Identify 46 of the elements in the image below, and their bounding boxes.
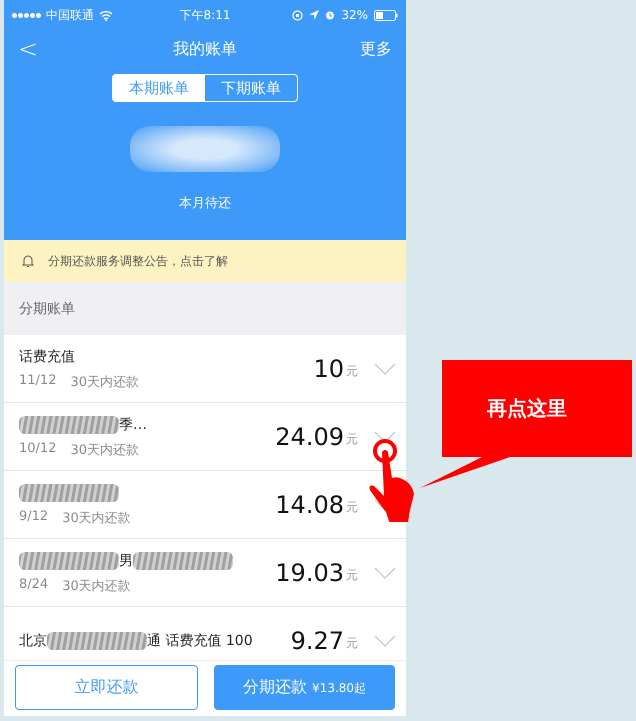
currency-unit: 元 — [346, 499, 358, 516]
bill-date: 8/24 — [19, 576, 48, 594]
currency-unit: 元 — [346, 567, 358, 584]
bill-term: 30天内还款 — [70, 374, 140, 390]
callout-text: 再点这里 — [487, 395, 567, 422]
wifi-icon — [99, 10, 113, 20]
bill-title: 话费充值 — [19, 348, 75, 366]
bill-amount: 19.03 — [275, 558, 344, 586]
carrier-name: 中国联通 — [46, 6, 94, 24]
chevron-down-icon[interactable] — [374, 430, 396, 442]
bill-term: 30天内还款 — [70, 442, 140, 458]
bill-title: 季… — [119, 416, 147, 434]
bill-date: 10/12 — [19, 440, 56, 458]
bill-row[interactable]: 男 8/24 30天内还款 19.03 元 — [4, 539, 406, 607]
location-arrow-icon — [309, 10, 320, 20]
section-title: 分期账单 — [19, 300, 75, 318]
bill-row[interactable]: 季… 10/12 30天内还款 24.09 元 — [4, 403, 406, 471]
currency-unit: 元 — [346, 431, 358, 448]
bill-row[interactable]: 话费充值 11/12 30天内还款 10 元 — [4, 335, 406, 403]
bill-title: 北京 — [19, 632, 47, 650]
bill-term: 30天内还款 — [62, 510, 131, 526]
battery-percent: 32% — [341, 8, 368, 22]
bill-date: 11/12 — [19, 372, 56, 390]
bell-icon — [22, 254, 34, 268]
rotation-lock-icon — [292, 10, 304, 20]
currency-unit: 元 — [346, 363, 358, 380]
bill-term: 30天内还款 — [62, 578, 131, 594]
alarm-clock-icon — [325, 10, 336, 20]
battery-icon — [374, 10, 398, 20]
chevron-down-icon[interactable] — [374, 634, 396, 646]
amount-caption: 本月待还 — [179, 195, 231, 212]
bill-amount: 9.27 — [290, 626, 344, 654]
bill-title: 男 — [119, 552, 133, 570]
status-time: 下午8:11 — [180, 6, 230, 24]
page-title: 我的账单 — [173, 38, 237, 60]
bill-amount: 14.08 — [275, 490, 344, 518]
bill-amount: 10 — [313, 354, 344, 382]
currency-unit: 元 — [346, 635, 358, 652]
bill-title: 通 话费充值 100 — [147, 632, 253, 650]
bill-date: 9/12 — [19, 508, 48, 526]
chevron-down-icon[interactable] — [374, 566, 396, 578]
signal-icon — [12, 12, 41, 18]
chevron-down-icon[interactable] — [374, 362, 396, 374]
notice-text: 分期还款服务调整公告，点击了解 — [48, 252, 228, 270]
notice-banner[interactable]: 分期还款服务调整公告，点击了解 — [4, 240, 406, 282]
bill-amount: 24.09 — [275, 422, 344, 450]
